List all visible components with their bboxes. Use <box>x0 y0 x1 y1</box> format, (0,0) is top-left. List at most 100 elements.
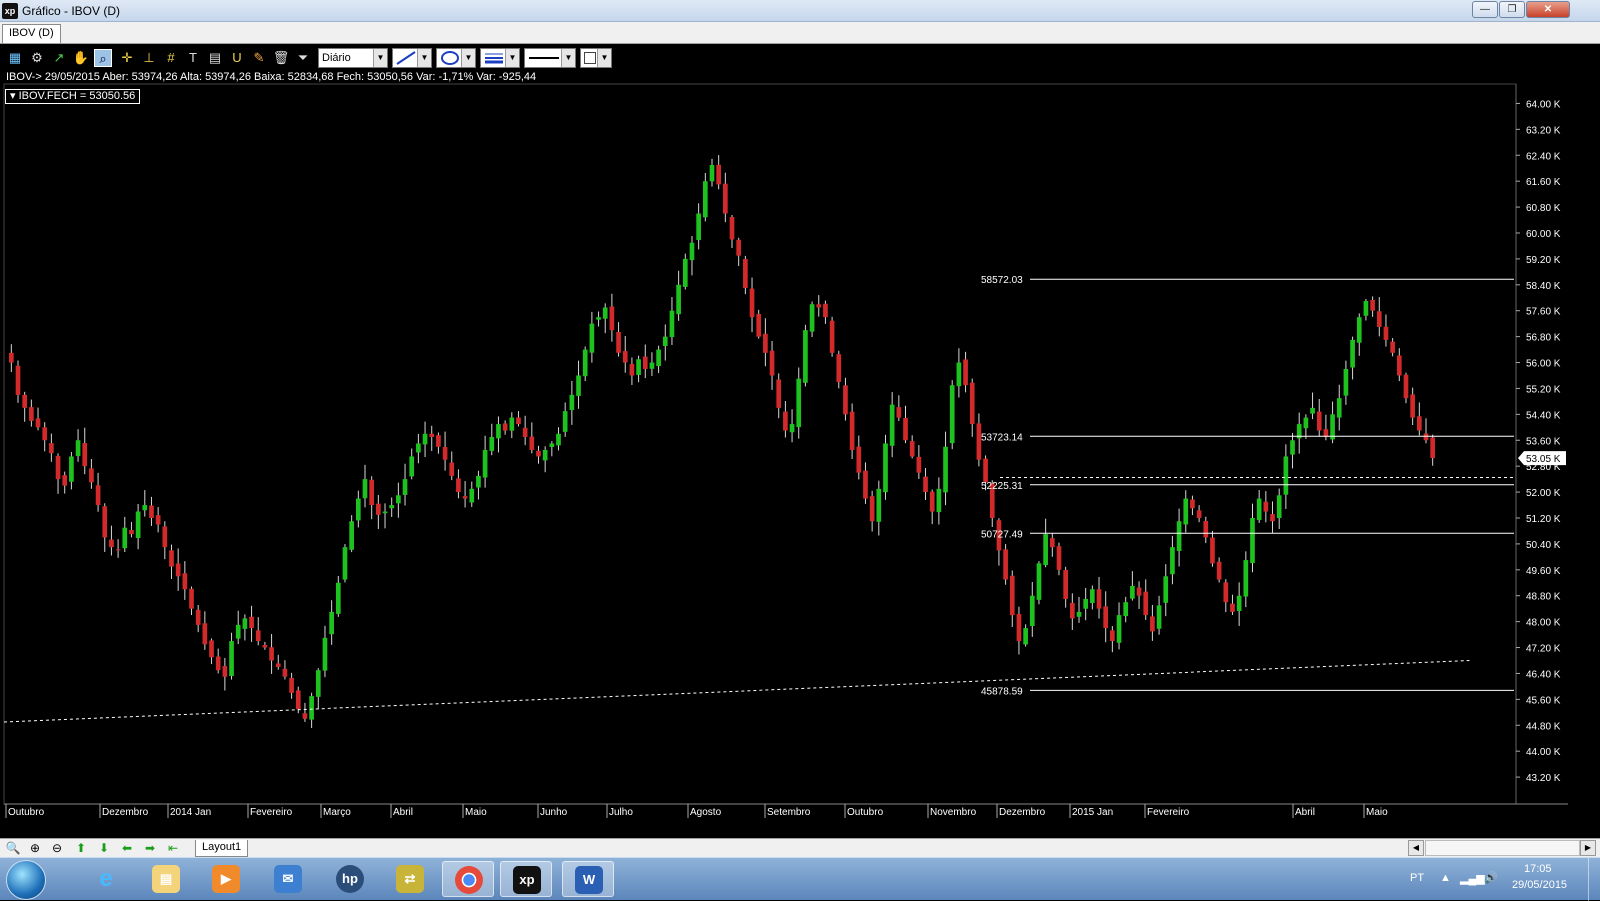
magnet-icon[interactable]: U <box>228 49 246 67</box>
cursor-icon[interactable]: ↗ <box>50 49 68 67</box>
candle-down <box>769 350 775 376</box>
candle-down <box>102 506 108 538</box>
candle-up <box>509 417 515 431</box>
candle-down <box>369 479 375 506</box>
scroll-left-button[interactable]: ◀ <box>1408 840 1424 856</box>
candle-down <box>1410 394 1415 418</box>
candle-down <box>969 382 975 425</box>
candle-down <box>929 491 935 512</box>
chevron-down-icon: ▼ <box>561 49 575 67</box>
text-icon[interactable]: T <box>184 49 202 67</box>
x-tick-label: Abril <box>1295 807 1315 818</box>
start-button[interactable] <box>6 860 46 900</box>
chevron-down-icon: ▼ <box>417 49 431 67</box>
hand-icon[interactable]: ✋ <box>72 49 90 67</box>
series-legend[interactable]: ▾ IBOV.FECH = 53050.56 <box>5 89 141 104</box>
taskbar-media[interactable]: ▶ <box>200 861 252 897</box>
horizontal-line-icon[interactable]: ⊥ <box>140 49 158 67</box>
layout-tab[interactable]: Layout1 <box>195 840 249 857</box>
color-select[interactable]: ▼ <box>580 48 612 68</box>
grid-icon[interactable]: # <box>162 49 180 67</box>
chart-navigation-bar: 🔍 ⊕ ⊖ ⬆ ⬇ ⬅ ➡ ⇤ Layout1 ◀ ▶ <box>0 838 1600 857</box>
candle-down <box>95 485 101 506</box>
filter-icon[interactable]: ⏷ <box>294 49 312 67</box>
candle-up <box>1336 398 1342 418</box>
x-tick-label: Outubro <box>847 807 884 818</box>
clock-date[interactable]: 29/05/2015 <box>1512 879 1567 891</box>
x-tick-label: Dezembro <box>102 807 149 818</box>
arrow-left-icon[interactable]: ⬅ <box>118 840 136 856</box>
candle-down <box>249 616 254 629</box>
line-tool-select[interactable]: ▼ <box>392 48 432 68</box>
arrow-up-icon[interactable]: ⬆ <box>72 840 90 856</box>
horizontal-scrollbar-track[interactable] <box>1425 840 1580 856</box>
candle-down <box>462 496 468 499</box>
arrow-down-icon[interactable]: ⬇ <box>95 840 113 856</box>
volume-icon[interactable]: 🔊 <box>1484 871 1498 884</box>
zoom-in-icon[interactable]: ⊕ <box>26 840 44 856</box>
line-width-select[interactable]: ▼ <box>480 48 520 68</box>
taskbar-hp[interactable]: hp <box>324 861 376 897</box>
candle-up <box>1250 517 1255 564</box>
taskbar-ie[interactable]: e <box>80 861 132 897</box>
candle-down <box>1210 537 1215 564</box>
candle-up <box>409 456 415 477</box>
candle-down <box>449 462 455 476</box>
zoom-icon[interactable]: 🔍 <box>4 840 22 856</box>
crosshair-icon[interactable]: ✛ <box>118 49 136 67</box>
zoom-region-icon[interactable]: ⌕ <box>94 49 112 67</box>
language-indicator[interactable]: PT <box>1410 872 1424 884</box>
periodicity-select[interactable]: Diário ▼ <box>318 48 388 68</box>
candle-down <box>22 394 28 408</box>
candle-up <box>355 498 361 521</box>
taskbar-explorer[interactable]: ▤ <box>140 861 192 897</box>
candle-down <box>763 333 768 353</box>
tray-expand-icon[interactable]: ▲ <box>1440 872 1451 884</box>
candle-down <box>529 436 535 450</box>
candle-up <box>122 527 128 549</box>
quote-info-line: IBOV-> 29/05/2015 Aber: 53974,26 Alta: 5… <box>6 71 537 83</box>
candle-up <box>322 637 328 671</box>
line-style-select[interactable]: ▼ <box>524 48 576 68</box>
line-style-icon <box>529 57 559 59</box>
candle-down <box>175 563 181 577</box>
chart-type-icon[interactable]: ▦ <box>6 49 24 67</box>
candle-up <box>142 505 148 511</box>
taskbar-xp[interactable]: xp <box>500 861 552 897</box>
candle-up <box>596 317 601 320</box>
candle-up <box>1083 598 1089 609</box>
candle-up <box>889 404 895 446</box>
candle-up <box>936 488 942 513</box>
brush-icon[interactable]: ✎ <box>250 49 268 67</box>
candle-up <box>943 446 948 493</box>
x-tick-label: Dezembro <box>999 807 1046 818</box>
candle-down <box>642 356 648 370</box>
candle-up <box>576 375 581 396</box>
candle-down <box>376 503 381 515</box>
taskbar-word[interactable]: W <box>562 861 614 897</box>
taskbar-sync[interactable]: ⇄ <box>384 861 436 897</box>
scroll-right-button[interactable]: ▶ <box>1580 840 1596 856</box>
candle-down <box>115 549 121 551</box>
candle-up <box>656 349 661 367</box>
settings-icon[interactable]: ⚙ <box>28 49 46 67</box>
candle-up <box>229 641 234 676</box>
price-chart[interactable]: 64.00 K 63.20 K 62.40 K 61.60 K 60.80 K 60.00… <box>0 0 1600 838</box>
shape-tool-select[interactable]: ▼ <box>436 48 476 68</box>
candle-up <box>696 213 701 241</box>
network-icon[interactable]: ▂▄▆ <box>1460 872 1485 885</box>
y-tick-label: 44.00 K <box>1526 747 1561 758</box>
taskbar-chrome[interactable] <box>442 861 494 897</box>
arrow-right-icon[interactable]: ➡ <box>141 840 159 856</box>
trash-icon[interactable]: 🗑 <box>272 49 290 67</box>
candle-down <box>743 259 748 289</box>
clock-time[interactable]: 17:05 <box>1524 863 1552 875</box>
arrow-end-icon[interactable]: ⇤ <box>164 840 182 856</box>
candle-down <box>456 478 461 493</box>
show-desktop-button[interactable] <box>1588 858 1600 901</box>
calculator-icon[interactable]: ▤ <box>206 49 224 67</box>
candle-up <box>382 511 388 514</box>
candle-down <box>1196 510 1202 518</box>
taskbar-outlook[interactable]: ✉ <box>262 861 314 897</box>
zoom-out-icon[interactable]: ⊖ <box>48 840 66 856</box>
